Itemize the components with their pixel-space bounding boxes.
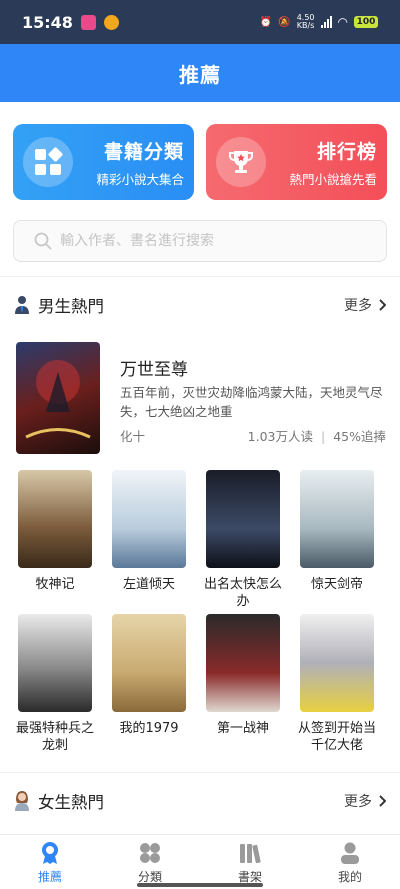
featured-book-stats: 1.03万人读 | 45%追捧 xyxy=(248,426,386,445)
book-title: 惊天剑帝 xyxy=(310,577,363,592)
network-speed: 4.50 KB/s xyxy=(296,13,315,30)
book-item[interactable]: 我的1979 xyxy=(109,614,189,737)
book-title: 从签到开始当千亿大佬 xyxy=(297,721,376,753)
nav-categories[interactable]: 分類 xyxy=(100,835,200,889)
trophy-icon xyxy=(216,137,266,187)
book-cover[interactable] xyxy=(206,614,280,712)
status-bar: 15:48 ⏰ 🔕 4.50 KB/s ◠ 100 xyxy=(0,0,400,44)
female-user-icon xyxy=(15,791,29,811)
book-title: 出名太快怎么办 xyxy=(203,577,282,609)
featured-book-readers: 1.03万人读 xyxy=(247,429,314,444)
stats-separator: | xyxy=(321,429,326,444)
divider xyxy=(0,772,400,773)
grid-icon xyxy=(23,137,73,187)
book-cover[interactable] xyxy=(300,614,374,712)
book-item[interactable]: 第一战神 xyxy=(203,614,283,737)
chevron-right-icon xyxy=(379,299,386,311)
book-item[interactable]: 左道倾天 xyxy=(109,470,189,593)
featured-book-author: 化十 xyxy=(120,429,146,444)
bottom-navigation: 推薦 分類 書架 我的 xyxy=(0,834,400,889)
book-cover[interactable] xyxy=(18,470,92,568)
book-title: 牧神记 xyxy=(35,577,75,592)
card-title: 書籍分類 xyxy=(103,140,184,163)
more-button[interactable]: 更多 xyxy=(344,791,386,811)
nav-profile[interactable]: 我的 xyxy=(300,835,400,889)
featured-book-retention: 45%追捧 xyxy=(333,429,386,444)
battery-icon: 100 xyxy=(354,16,378,28)
profile-icon xyxy=(341,842,359,864)
female-hot-section-header: 女生熱門 更多 xyxy=(0,786,400,816)
nav-recommend[interactable]: 推薦 xyxy=(0,835,100,889)
nav-label: 推薦 xyxy=(37,870,62,884)
category-grid-icon xyxy=(140,843,160,863)
book-item[interactable]: 牧神记 xyxy=(15,470,95,593)
top-app-bar: 推薦 xyxy=(0,44,400,102)
divider xyxy=(0,276,400,277)
section-title: 男生熱門 xyxy=(38,297,104,316)
book-cover[interactable] xyxy=(300,470,374,568)
book-categories-card[interactable]: 書籍分類 精彩小說大集合 xyxy=(13,124,194,200)
alarm-icon: ⏰ xyxy=(259,16,273,28)
book-cover[interactable] xyxy=(18,614,92,712)
featured-book-meta: 化十 1.03万人读 | 45%追捧 xyxy=(120,426,386,445)
book-title: 我的1979 xyxy=(119,721,179,736)
more-button[interactable]: 更多 xyxy=(344,295,386,315)
male-user-icon xyxy=(15,296,29,314)
book-cover[interactable] xyxy=(112,470,186,568)
chevron-right-icon xyxy=(379,795,386,807)
male-hot-section-header: 男生熱門 更多 xyxy=(0,290,400,320)
bookshelf-icon xyxy=(240,844,261,864)
status-time: 15:48 xyxy=(22,12,73,32)
search-bar[interactable] xyxy=(13,220,387,262)
card-subtitle: 精彩小說大集合 xyxy=(96,171,184,187)
mute-icon: 🔕 xyxy=(278,16,291,28)
book-item[interactable]: 惊天剑帝 xyxy=(297,470,377,593)
book-item[interactable]: 从签到开始当千亿大佬 xyxy=(297,614,377,754)
notification-app-icon-2 xyxy=(103,14,119,30)
nav-label: 我的 xyxy=(337,870,362,884)
card-title: 排行榜 xyxy=(316,140,377,163)
more-label: 更多 xyxy=(344,794,372,810)
book-title: 最强特种兵之龙刺 xyxy=(15,721,94,753)
book-item[interactable]: 最强特种兵之龙刺 xyxy=(15,614,95,754)
featured-book-cover[interactable] xyxy=(16,342,100,454)
book-title: 第一战神 xyxy=(216,721,269,736)
search-input[interactable] xyxy=(60,233,360,249)
notification-app-icon xyxy=(80,14,96,30)
card-subtitle: 熱門小說搶先看 xyxy=(289,171,377,187)
book-title: 左道倾天 xyxy=(122,577,175,592)
nav-bookshelf[interactable]: 書架 xyxy=(200,835,300,889)
section-title: 女生熱門 xyxy=(38,793,104,812)
recommend-badge-icon xyxy=(42,842,58,864)
signal-icon xyxy=(320,16,332,28)
home-indicator xyxy=(137,883,263,887)
featured-book-description: 五百年前，灭世灾劫降临鸿蒙大陆，天地灵气尽失，七大绝凶之地重 xyxy=(120,385,383,419)
search-icon xyxy=(34,232,52,250)
featured-book-title: 万世至尊 xyxy=(120,360,188,380)
wifi-icon: ◠ xyxy=(337,15,348,29)
page-title: 推薦 xyxy=(179,62,221,87)
more-label: 更多 xyxy=(344,298,372,314)
book-item[interactable]: 出名太快怎么办 xyxy=(203,470,283,610)
rankings-card[interactable]: 排行榜 熱門小說搶先看 xyxy=(206,124,387,200)
book-cover[interactable] xyxy=(112,614,186,712)
book-cover[interactable] xyxy=(206,470,280,568)
